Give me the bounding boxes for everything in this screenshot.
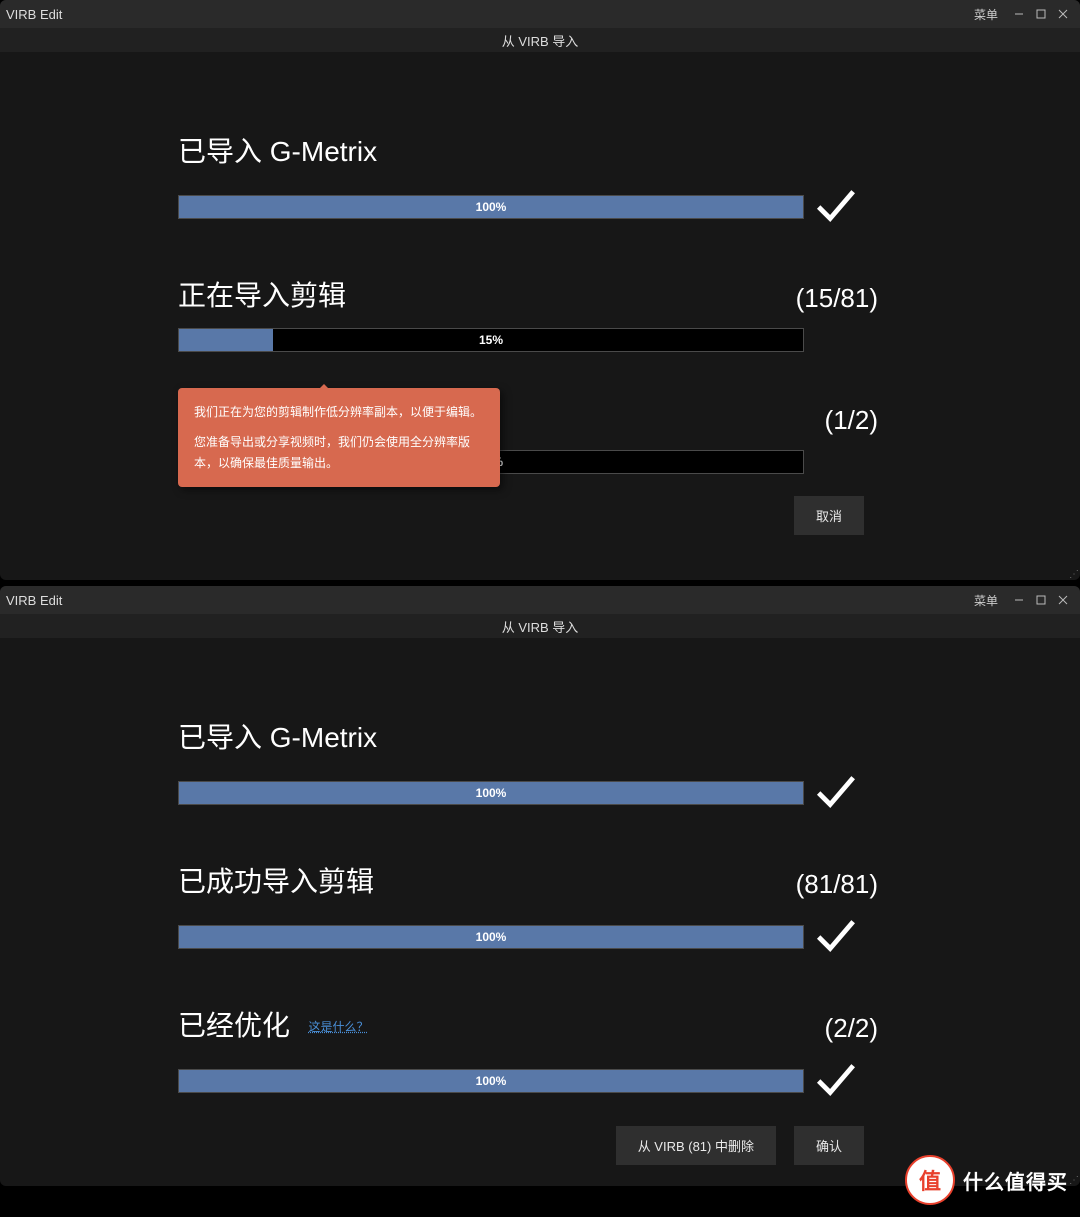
import-window-complete: VIRB Edit 菜单 从 VIRB 导入 已导入 G-Metrix 100%: [0, 586, 1080, 1186]
section-title: 已经优化: [178, 1010, 290, 1041]
import-window-in-progress: VIRB Edit 菜单 从 VIRB 导入 已导入 G-Metrix 100%: [0, 0, 1080, 580]
progress-bar: 100%: [178, 781, 804, 805]
section-gmetrix: 已导入 G-Metrix 100%: [178, 130, 878, 230]
section-count: (2/2): [825, 1013, 878, 1044]
resize-grip-icon[interactable]: ⋰: [1069, 572, 1078, 578]
titlebar: VIRB Edit 菜单: [0, 586, 1080, 614]
progress-percent: 100%: [179, 1070, 803, 1092]
checkmark-icon: [804, 1058, 864, 1104]
close-icon[interactable]: [1052, 3, 1074, 25]
import-complete-panel: 已导入 G-Metrix 100% 已成功导入剪辑 (81/81) 100%: [178, 716, 878, 1165]
section-count: (1/2): [825, 405, 878, 436]
tooltip-line1: 我们正在为您的剪辑制作低分辨率副本，以便于编辑。: [194, 402, 484, 422]
titlebar: VIRB Edit 菜单: [0, 0, 1080, 28]
minimize-icon[interactable]: [1008, 3, 1030, 25]
app-title: VIRB Edit: [6, 593, 62, 608]
optimize-tooltip: 我们正在为您的剪辑制作低分辨率副本，以便于编辑。 您准备导出或分享视频时，我们仍…: [178, 388, 500, 487]
section-gmetrix: 已导入 G-Metrix 100%: [178, 716, 878, 816]
progress-percent: 100%: [179, 782, 803, 804]
section-clips: 正在导入剪辑 (15/81) 15%: [178, 274, 878, 352]
subtitle-bar: 从 VIRB 导入: [0, 614, 1080, 638]
section-count: (15/81): [796, 283, 878, 314]
checkmark-icon: [804, 770, 864, 816]
resize-grip-icon[interactable]: ⋰: [1069, 1178, 1078, 1184]
maximize-icon[interactable]: [1030, 3, 1052, 25]
progress-bar: 100%: [178, 1069, 804, 1093]
section-title: 已导入 G-Metrix: [178, 130, 377, 170]
progress-percent: 100%: [179, 926, 803, 948]
progress-bar: 15%: [178, 328, 804, 352]
checkmark-icon: [804, 914, 864, 960]
progress-percent: 100%: [179, 196, 803, 218]
confirm-button[interactable]: 确认: [794, 1126, 864, 1165]
section-optimize: 已经优化 这是什么？ (2/2) 100%: [178, 1004, 878, 1104]
menu-label[interactable]: 菜单: [974, 592, 998, 609]
close-icon[interactable]: [1052, 589, 1074, 611]
section-title: 正在导入剪辑: [178, 274, 346, 314]
tooltip-line2: 您准备导出或分享视频时，我们仍会使用全分辨率版本，以确保最佳质量输出。: [194, 432, 484, 473]
progress-bar: 100%: [178, 195, 804, 219]
watermark-badge-icon: 值: [905, 1155, 955, 1205]
section-title: 已成功导入剪辑: [178, 860, 374, 900]
minimize-icon[interactable]: [1008, 589, 1030, 611]
subtitle-text: 从 VIRB 导入: [502, 617, 579, 636]
section-title: 已导入 G-Metrix: [178, 716, 377, 756]
section-count: (81/81): [796, 869, 878, 900]
watermark-text: 什么值得买: [963, 1166, 1068, 1195]
subtitle-text: 从 VIRB 导入: [502, 31, 579, 50]
cancel-button[interactable]: 取消: [794, 496, 864, 535]
progress-percent: 15%: [179, 329, 803, 351]
subtitle-bar: 从 VIRB 导入: [0, 28, 1080, 52]
whats-this-link[interactable]: 这是什么？: [308, 1020, 368, 1034]
section-clips: 已成功导入剪辑 (81/81) 100%: [178, 860, 878, 960]
maximize-icon[interactable]: [1030, 589, 1052, 611]
checkmark-icon: [804, 184, 864, 230]
menu-label[interactable]: 菜单: [974, 6, 998, 23]
smzdm-watermark: 值 什么值得买: [905, 1155, 1068, 1205]
progress-bar: 100%: [178, 925, 804, 949]
delete-from-virb-button[interactable]: 从 VIRB (81) 中删除: [616, 1126, 776, 1165]
app-title: VIRB Edit: [6, 7, 62, 22]
